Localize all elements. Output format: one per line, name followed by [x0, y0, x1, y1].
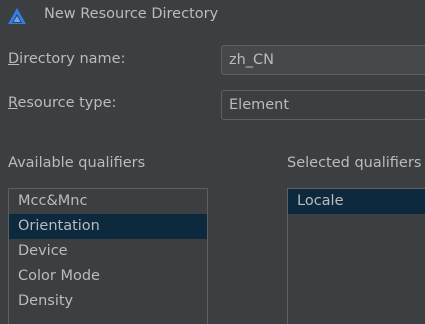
- app-icon: [7, 7, 27, 25]
- qualifier-item-density[interactable]: Density: [9, 289, 207, 314]
- qualifier-item-mcc-mnc[interactable]: Mcc&Mnc: [9, 189, 207, 214]
- directory-name-label: Directory name:: [8, 51, 125, 67]
- directory-name-mnemonic: D: [8, 51, 20, 67]
- qualifier-item-color-mode[interactable]: Color Mode: [9, 264, 207, 289]
- resource-type-select[interactable]: Element: [221, 90, 425, 120]
- directory-name-label-text: irectory name:: [19, 51, 126, 67]
- directory-name-input[interactable]: [221, 45, 425, 75]
- qualifier-item-orientation[interactable]: Orientation: [9, 214, 207, 239]
- new-resource-directory-dialog: New Resource Directory Directory name: R…: [0, 0, 425, 324]
- selected-qualifiers-label: Selected qualifiers: [287, 155, 422, 171]
- available-qualifiers-list[interactable]: Mcc&Mnc Orientation Device Color Mode De…: [8, 188, 208, 324]
- resource-type-label-text: esource type:: [17, 95, 117, 111]
- available-qualifiers-label: Available qualifiers: [8, 155, 146, 171]
- selected-item-locale[interactable]: Locale: [288, 189, 425, 214]
- title-bar: New Resource Directory: [0, 0, 425, 34]
- dialog-title: New Resource Directory: [44, 6, 219, 22]
- selected-qualifiers-list[interactable]: Locale: [287, 188, 425, 324]
- qualifier-item-device[interactable]: Device: [9, 239, 207, 264]
- resource-type-label: Resource type:: [8, 95, 116, 111]
- resource-type-value: Element: [229, 97, 290, 113]
